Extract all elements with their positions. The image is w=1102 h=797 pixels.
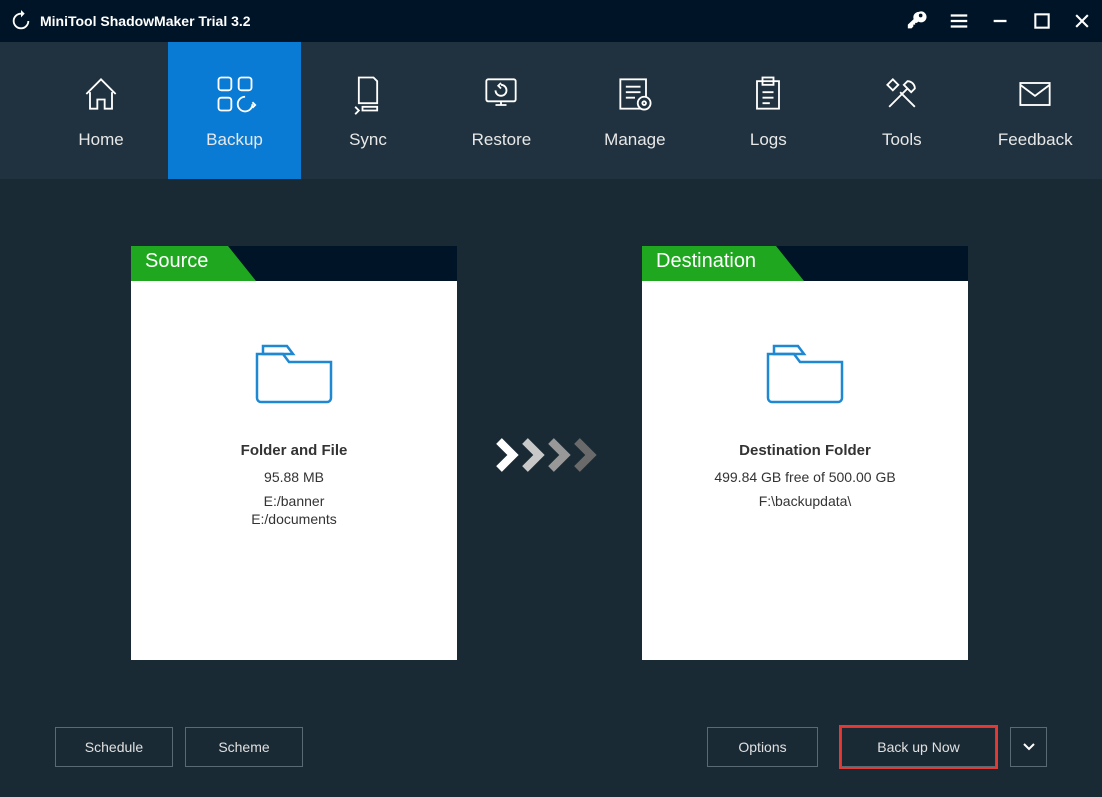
- source-tab: Source: [131, 246, 228, 281]
- source-path-1: E:/banner: [131, 493, 457, 509]
- nav-sync-label: Sync: [349, 130, 387, 150]
- arrow-separator: [495, 437, 605, 473]
- minimize-icon[interactable]: [990, 10, 1012, 32]
- nav-backup[interactable]: Backup: [168, 42, 301, 179]
- source-card[interactable]: Source Folder and File 95.88 MB E:/banne…: [131, 246, 457, 660]
- nav-logs[interactable]: Logs: [702, 42, 835, 179]
- source-title: Folder and File: [131, 442, 457, 459]
- schedule-button[interactable]: Schedule: [55, 727, 173, 767]
- nav-feedback[interactable]: Feedback: [969, 42, 1102, 179]
- content-area: Source Folder and File 95.88 MB E:/banne…: [0, 179, 1102, 697]
- destination-card[interactable]: Destination Destination Folder 499.84 GB…: [642, 246, 968, 660]
- nav-tools[interactable]: Tools: [835, 42, 968, 179]
- nav-tools-label: Tools: [882, 130, 922, 150]
- caret-down-icon: [1023, 743, 1035, 751]
- tools-icon: [880, 72, 924, 116]
- backup-now-dropdown[interactable]: [1010, 727, 1047, 767]
- source-path-2: E:/documents: [131, 511, 457, 527]
- backup-icon: [213, 72, 257, 116]
- sync-icon: [346, 72, 390, 116]
- menu-icon[interactable]: [948, 10, 970, 32]
- home-icon: [79, 72, 123, 116]
- destination-free: 499.84 GB free of 500.00 GB: [642, 469, 968, 485]
- feedback-icon: [1013, 72, 1057, 116]
- nav-manage[interactable]: Manage: [568, 42, 701, 179]
- folder-icon: [760, 336, 850, 406]
- nav-home-label: Home: [78, 130, 123, 150]
- source-size: 95.88 MB: [131, 469, 457, 485]
- nav-restore-label: Restore: [472, 130, 532, 150]
- source-header: Source: [131, 246, 457, 281]
- scheme-button[interactable]: Scheme: [185, 727, 303, 767]
- nav-restore[interactable]: Restore: [435, 42, 568, 179]
- close-icon[interactable]: [1072, 11, 1092, 31]
- nav-home[interactable]: Home: [34, 42, 167, 179]
- nav-sync[interactable]: Sync: [301, 42, 434, 179]
- restore-icon: [479, 72, 523, 116]
- options-button[interactable]: Options: [707, 727, 818, 767]
- destination-path: F:\backupdata\: [642, 493, 968, 509]
- maximize-icon[interactable]: [1032, 11, 1052, 31]
- backup-now-button[interactable]: Back up Now: [841, 727, 996, 767]
- folder-icon: [249, 336, 339, 406]
- nav-backup-label: Backup: [206, 130, 263, 150]
- destination-title: Destination Folder: [642, 442, 968, 459]
- backup-now-highlight: Back up Now: [839, 725, 998, 769]
- nav-feedback-label: Feedback: [998, 130, 1073, 150]
- nav-logs-label: Logs: [750, 130, 787, 150]
- key-icon[interactable]: [906, 10, 928, 32]
- destination-tab: Destination: [642, 246, 776, 281]
- refresh-logo-icon: [10, 10, 32, 32]
- app-title: MiniTool ShadowMaker Trial 3.2: [40, 13, 251, 29]
- manage-icon: [613, 72, 657, 116]
- destination-header: Destination: [642, 246, 968, 281]
- navbar: Home Backup Sync Restore: [0, 42, 1102, 179]
- app-logo: MiniTool ShadowMaker Trial 3.2: [10, 10, 251, 32]
- logs-icon: [746, 72, 790, 116]
- footer: Schedule Scheme Options Back up Now: [0, 697, 1102, 797]
- titlebar: MiniTool ShadowMaker Trial 3.2: [0, 0, 1102, 42]
- nav-manage-label: Manage: [604, 130, 665, 150]
